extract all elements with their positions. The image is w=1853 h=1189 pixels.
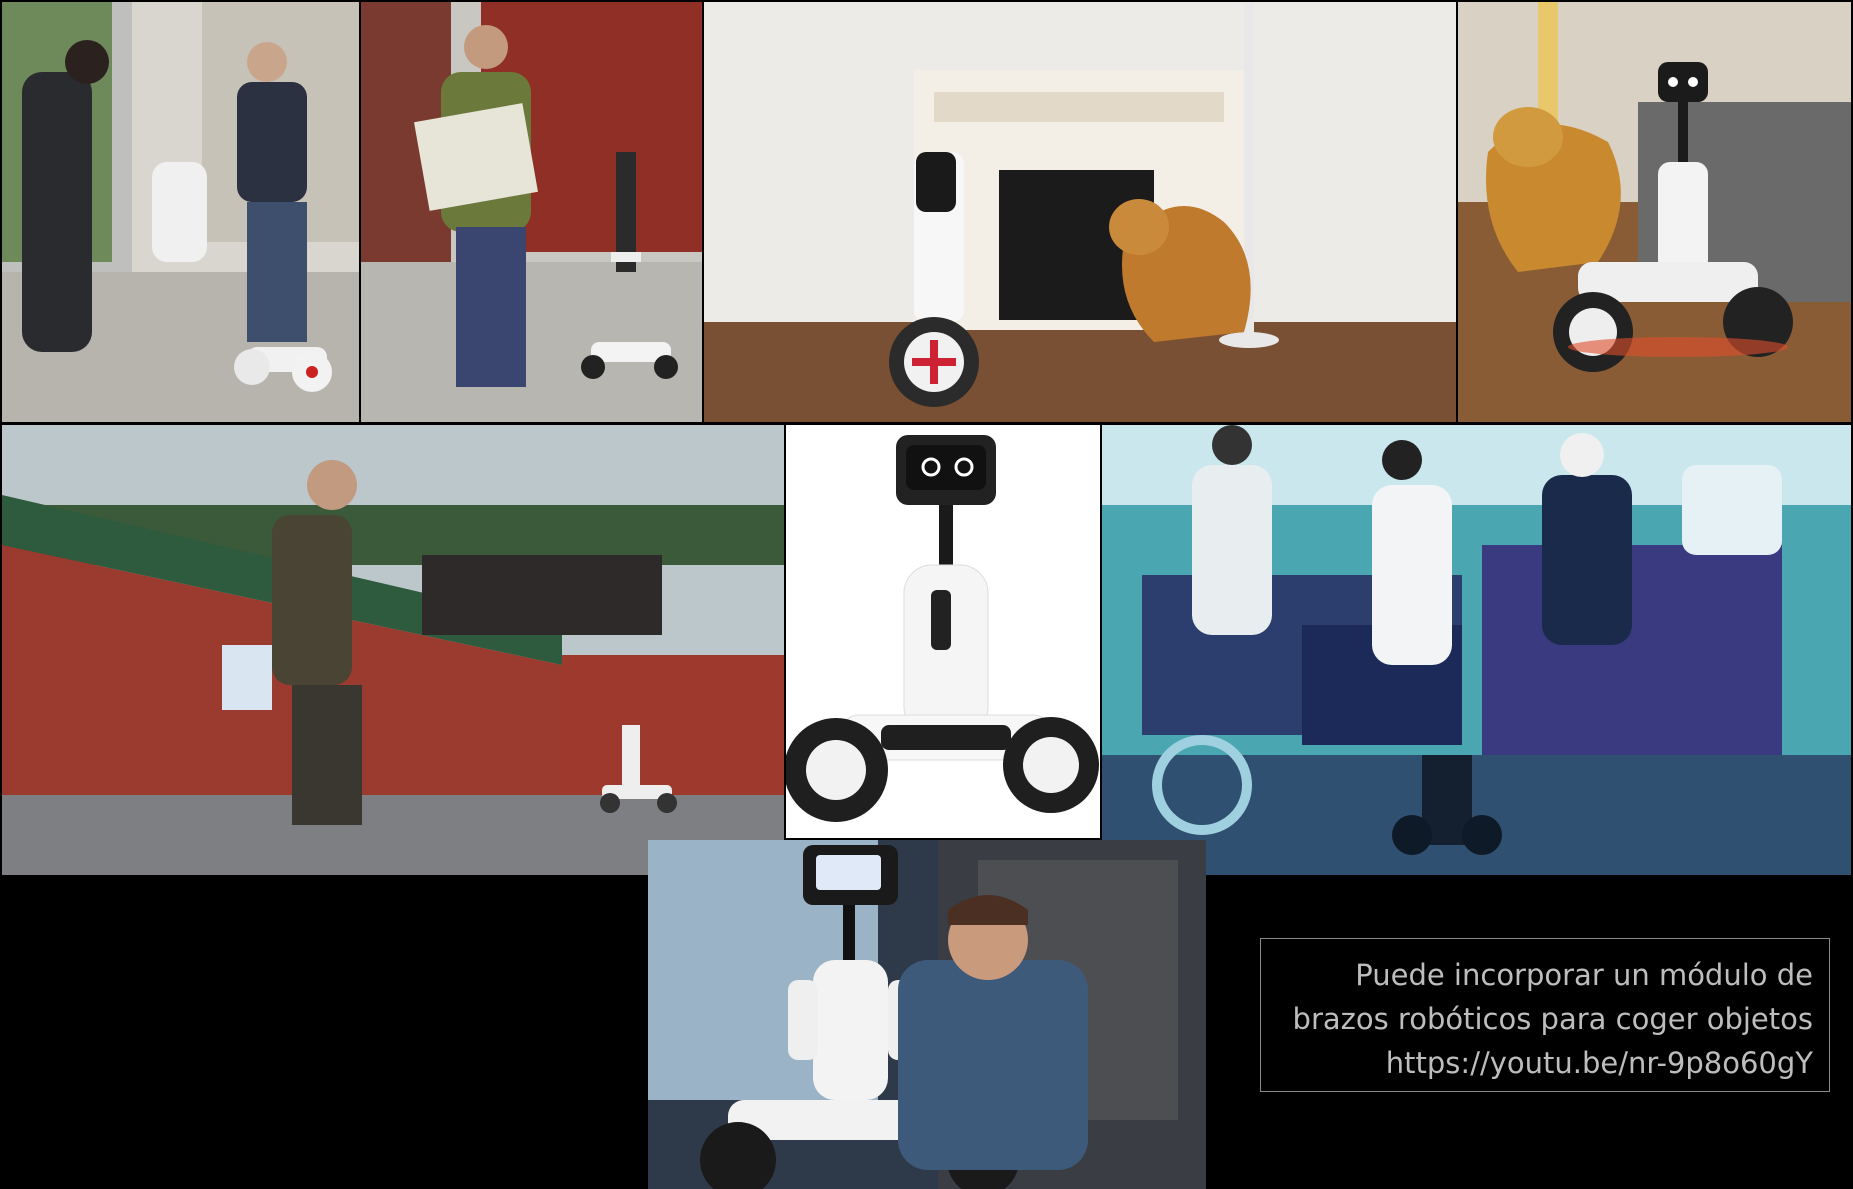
dog-running-photo <box>1458 2 1851 422</box>
caption-box: Puede incorporar un módulo de brazos rob… <box>1260 938 1830 1092</box>
inverted-photo <box>1102 425 1851 875</box>
robot-arm-photo <box>648 840 1206 1189</box>
robot-product-photo <box>786 425 1100 838</box>
fireplace-dog-photo <box>704 2 1456 422</box>
map-photo <box>361 2 702 422</box>
caption-line-2: brazos robóticos para coger objetos <box>1292 1002 1813 1036</box>
caption-line-1: Puede incorporar un módulo de <box>1355 958 1813 992</box>
street-photo <box>2 2 359 422</box>
caption-link[interactable]: https://youtu.be/nr-9p8o60gY <box>1271 1041 1813 1085</box>
red-wall-photo <box>2 425 784 875</box>
